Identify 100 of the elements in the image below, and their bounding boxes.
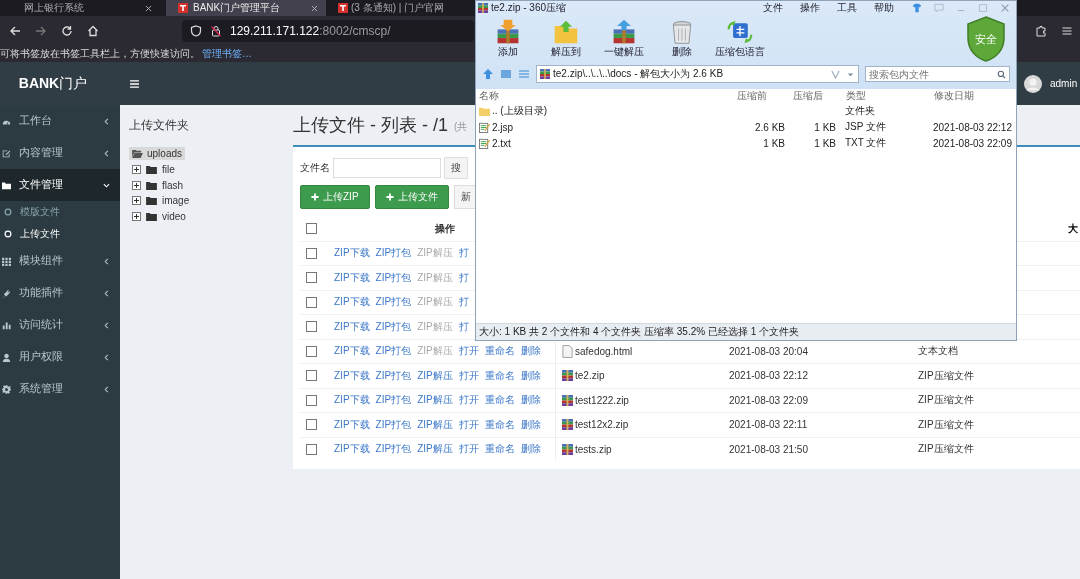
column-header[interactable]: 名称 <box>476 89 729 103</box>
action-link[interactable]: 打开 <box>458 368 479 383</box>
sidebar-item[interactable]: 工作台 <box>0 105 120 137</box>
manage-bookmarks-link[interactable]: 管理书签… <box>202 47 252 61</box>
action-link[interactable]: ZIP解压 <box>417 368 453 383</box>
archive-entry-name[interactable]: 2.jsp <box>492 121 514 133</box>
action-link[interactable]: ZIP打包 <box>375 368 412 383</box>
menu-item[interactable]: 工具 <box>837 0 857 15</box>
up-arrow-icon[interactable] <box>482 68 494 80</box>
expand-icon[interactable] <box>132 196 141 206</box>
archive-search-field[interactable]: 搜索包内文件 <box>865 66 1010 82</box>
menu-item[interactable]: 文件 <box>763 0 783 15</box>
action-link[interactable]: ZIP下载 <box>334 270 370 285</box>
action-link[interactable]: 打开 <box>458 417 479 432</box>
sidebar-item[interactable]: 访问统计 <box>0 309 120 341</box>
logo[interactable]: BANK门户 <box>0 74 120 93</box>
toolbar-button[interactable]: 一键解压 <box>595 18 653 59</box>
action-link[interactable]: ZIP打包 <box>375 246 412 261</box>
tree-item[interactable]: flash <box>162 179 184 191</box>
menu-icon[interactable] <box>130 79 139 88</box>
expand-icon[interactable] <box>132 211 141 221</box>
checkbox[interactable] <box>306 394 317 406</box>
toolbar-button[interactable]: 压缩包语言 <box>711 18 769 59</box>
action-link[interactable]: 删除 <box>520 442 541 457</box>
archive-entry-name[interactable]: .. (上级目录) <box>492 104 547 118</box>
action-link[interactable]: ZIP解压 <box>417 393 453 408</box>
address-bar[interactable]: 129.211.171.122:8002/cmscp/ <box>182 20 474 42</box>
file-name-field[interactable] <box>333 158 441 178</box>
tree-item[interactable]: video <box>162 210 186 222</box>
action-link[interactable]: ZIP下载 <box>334 344 370 359</box>
checkbox[interactable] <box>306 443 317 455</box>
check-v-icon[interactable] <box>831 69 840 79</box>
menu-item[interactable]: 操作 <box>800 0 820 15</box>
upload-button[interactable]: 上传ZIP <box>300 185 370 209</box>
toolbar-button[interactable]: 添加 <box>479 18 537 59</box>
action-link[interactable]: 重命名 <box>484 417 515 432</box>
reload-icon[interactable] <box>61 25 73 37</box>
browser-tab[interactable]: (3 条通知) | 门户官网 <box>332 0 445 16</box>
action-link[interactable]: ZIP下载 <box>334 442 370 457</box>
action-link[interactable]: ZIP解压 <box>417 417 453 432</box>
close-icon[interactable] <box>311 4 318 12</box>
action-link[interactable]: ZIP打包 <box>375 319 412 334</box>
column-header[interactable]: 压缩前 <box>729 89 785 103</box>
action-link[interactable]: ZIP打包 <box>375 295 412 310</box>
action-link[interactable]: 重命名 <box>484 393 515 408</box>
action-link[interactable]: 删除 <box>520 393 541 408</box>
checkbox[interactable] <box>306 419 317 431</box>
expand-icon[interactable] <box>132 165 141 175</box>
column-header[interactable]: 修改日期 <box>934 89 974 103</box>
action-link[interactable]: 删除 <box>520 344 541 359</box>
checkbox[interactable] <box>306 296 317 308</box>
action-link[interactable]: 删除 <box>520 368 541 383</box>
browser-tab[interactable]: 网上银行系统 <box>0 0 160 16</box>
action-link[interactable]: 重命名 <box>484 344 515 359</box>
sidebar-item[interactable]: 模块组件 <box>0 245 120 277</box>
action-link[interactable]: ZIP打包 <box>375 344 412 359</box>
action-link[interactable]: ZIP下载 <box>334 368 370 383</box>
action-link[interactable]: ZIP下载 <box>334 295 370 310</box>
tree-item[interactable]: image <box>162 195 190 207</box>
shirt-icon[interactable] <box>912 2 922 13</box>
avatar-icon[interactable] <box>1024 74 1042 93</box>
file-name[interactable]: tests.zip <box>575 443 612 455</box>
action-link[interactable]: ZIP打包 <box>375 417 412 432</box>
action-link[interactable]: 打 <box>458 270 469 285</box>
sidebar-item[interactable]: 文件管理 <box>0 169 120 201</box>
browser-tab[interactable]: BANK门户管理平台 <box>166 0 326 16</box>
toolbar-button[interactable]: 解压到 <box>537 18 595 59</box>
checkbox[interactable] <box>306 345 317 357</box>
file-name[interactable]: safedog.html <box>575 345 633 357</box>
close-icon[interactable] <box>145 4 152 12</box>
home-icon[interactable] <box>87 25 99 37</box>
action-link[interactable]: 打开 <box>458 442 479 457</box>
path-field[interactable]: te2.zip\..\..\..\docs - 解包大小为 2.6 KB <box>536 65 859 83</box>
column-header[interactable]: 类型 <box>836 89 934 103</box>
action-link[interactable]: 打 <box>458 295 469 310</box>
action-link[interactable]: 打开 <box>458 344 479 359</box>
upload-button[interactable]: 上传文件 <box>374 185 449 209</box>
menu-item[interactable]: 帮助 <box>874 0 894 15</box>
file-name[interactable]: test12x2.zip <box>575 419 629 431</box>
action-link[interactable]: 打开 <box>458 393 479 408</box>
expand-icon[interactable] <box>132 180 141 190</box>
checkbox[interactable] <box>306 370 317 382</box>
action-link[interactable]: 打 <box>458 319 469 334</box>
tree-item[interactable]: uploads <box>129 147 186 160</box>
back-icon[interactable] <box>9 25 21 37</box>
checkbox[interactable] <box>306 272 317 284</box>
sidebar-item[interactable]: 用户权限 <box>0 341 120 373</box>
action-link[interactable]: ZIP下载 <box>334 393 370 408</box>
sidebar-item[interactable]: 内容管理 <box>0 137 120 169</box>
checkbox[interactable] <box>306 223 317 235</box>
checkbox[interactable] <box>306 321 317 333</box>
tree-item[interactable]: file <box>162 164 175 176</box>
checkbox[interactable] <box>306 247 317 259</box>
action-link[interactable]: ZIP下载 <box>334 417 370 432</box>
action-link[interactable]: ZIP打包 <box>375 393 412 408</box>
new-button[interactable]: 新 <box>453 185 478 209</box>
file-name[interactable]: te2.zip <box>575 370 605 382</box>
forward-icon[interactable] <box>35 25 47 37</box>
menu-icon[interactable] <box>1061 25 1073 37</box>
search-icon[interactable] <box>997 69 1006 79</box>
